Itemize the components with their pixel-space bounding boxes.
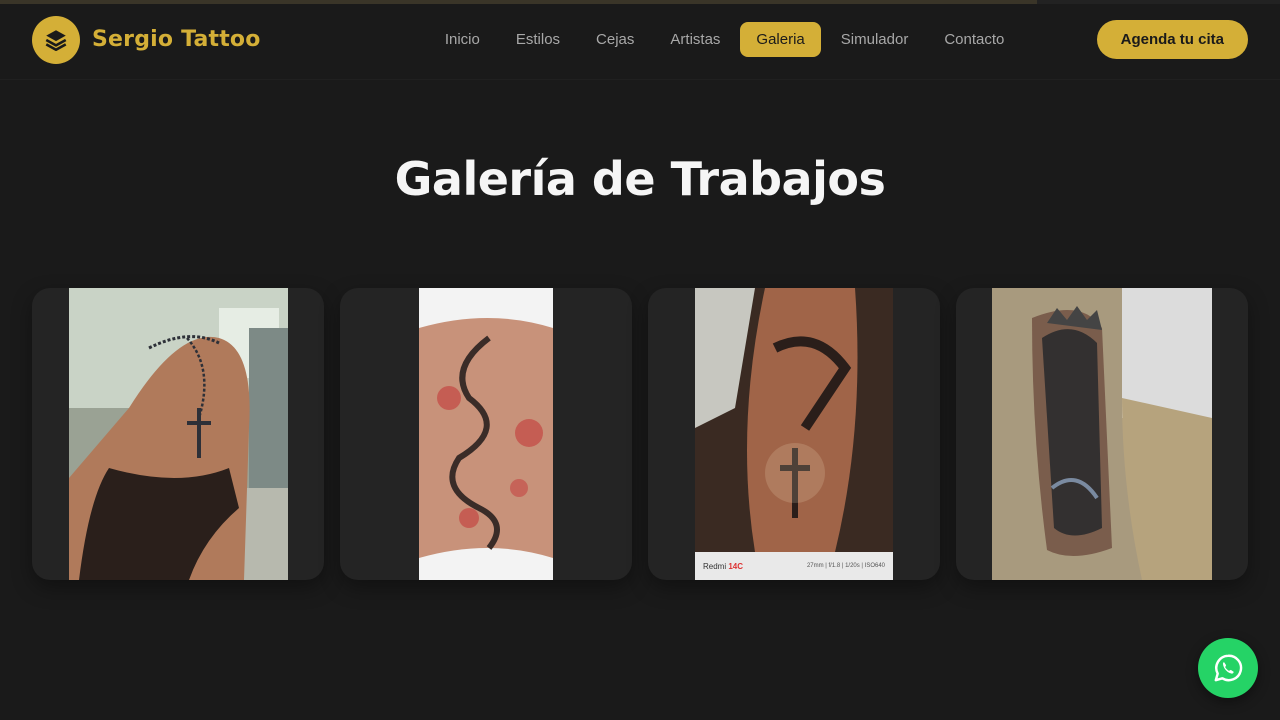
brand-name: Sergio Tattoo <box>92 27 261 52</box>
gallery-photo <box>68 288 288 580</box>
whatsapp-button[interactable] <box>1198 638 1258 698</box>
nav-item-contacto[interactable]: Contacto <box>928 22 1020 57</box>
nav-item-cejas[interactable]: Cejas <box>580 22 650 57</box>
gallery-photo <box>419 288 553 580</box>
gallery-photo: Redmi 14C 27mm | f/1.8 | 1/20s | ISO640 <box>695 288 893 580</box>
nav-item-galeria[interactable]: Galeria <box>740 22 821 57</box>
gallery-grid: Redmi 14C 27mm | f/1.8 | 1/20s | ISO640 <box>32 288 1248 580</box>
section-title: Galería de Trabajos <box>394 152 886 206</box>
nav-item-estilos[interactable]: Estilos <box>500 22 576 57</box>
nav-item-inicio[interactable]: Inicio <box>429 22 496 57</box>
nav-item-artistas[interactable]: Artistas <box>654 22 736 57</box>
gallery-item-rosary[interactable] <box>32 288 324 580</box>
brand[interactable]: Sergio Tattoo <box>32 15 261 64</box>
gallery-item-crown-sleeve[interactable] <box>956 288 1248 580</box>
gallery-item-dove-cross[interactable]: Redmi 14C 27mm | f/1.8 | 1/20s | ISO640 <box>648 288 940 580</box>
book-appointment-button[interactable]: Agenda tu cita <box>1096 20 1248 59</box>
layers-icon <box>32 15 80 64</box>
nav-item-simulador[interactable]: Simulador <box>825 22 925 57</box>
gallery-item-dragon[interactable] <box>340 288 632 580</box>
camera-watermark: Redmi 14C 27mm | f/1.8 | 1/20s | ISO640 <box>695 552 893 580</box>
whatsapp-icon <box>1214 654 1243 682</box>
site-header: Sergio Tattoo Inicio Estilos Cejas Artis… <box>0 0 1280 80</box>
main-nav: Inicio Estilos Cejas Artistas Galeria Si… <box>429 22 1021 57</box>
gallery-photo <box>992 288 1212 580</box>
